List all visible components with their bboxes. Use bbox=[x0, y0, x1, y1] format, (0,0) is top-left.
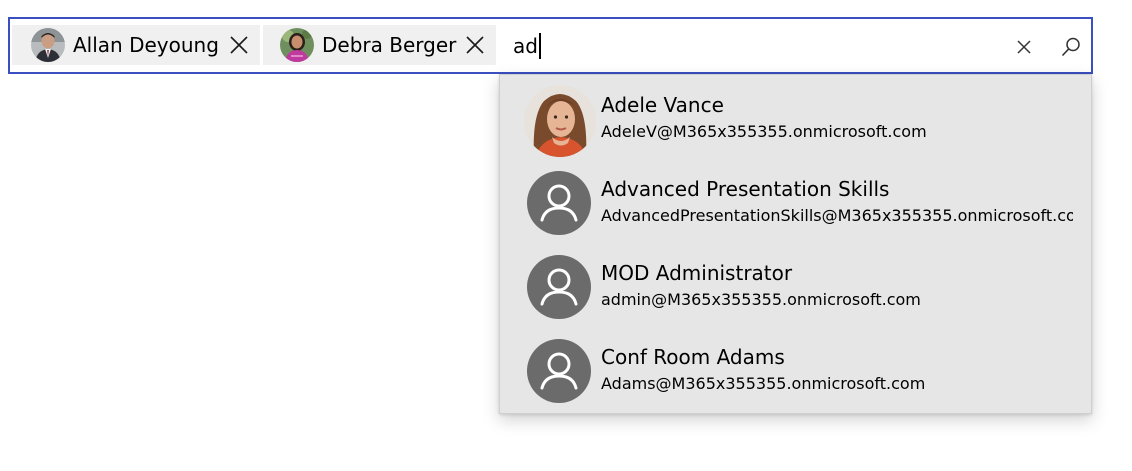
selected-person-chip[interactable]: Allan Deyoung bbox=[12, 25, 260, 65]
suggestion-item[interactable]: Conf Room Adams Adams@M365x355355.onmicr… bbox=[500, 327, 1091, 411]
selected-person-chip[interactable]: Debra Berger bbox=[263, 25, 496, 65]
person-photo-icon bbox=[31, 28, 65, 62]
suggestion-email: AdvancedPresentationSkills@M365x355355.o… bbox=[601, 206, 1073, 225]
suggestion-email: Adams@M365x355355.onmicrosoft.com bbox=[601, 374, 926, 393]
search-input[interactable]: ad bbox=[513, 31, 541, 61]
generic-person-icon bbox=[527, 255, 591, 319]
person-photo-icon bbox=[524, 85, 596, 157]
suggestion-item[interactable]: MOD Administrator admin@M365x355355.onmi… bbox=[500, 243, 1091, 327]
suggestion-name: MOD Administrator bbox=[601, 261, 793, 285]
close-icon[interactable] bbox=[1015, 38, 1033, 56]
text-caret bbox=[538, 33, 541, 59]
suggestions-dropdown: Adele Vance AdeleV@M365x355355.onmicroso… bbox=[499, 74, 1092, 414]
generic-person-icon bbox=[527, 339, 591, 403]
suggestion-email: AdeleV@M365x355355.onmicrosoft.com bbox=[601, 122, 927, 141]
search-query-text: ad bbox=[513, 34, 538, 58]
suggestion-name: Conf Room Adams bbox=[601, 345, 785, 369]
close-icon[interactable] bbox=[228, 34, 250, 56]
selected-person-name: Allan Deyoung bbox=[73, 33, 219, 57]
suggestion-name: Adele Vance bbox=[601, 93, 724, 117]
generic-person-icon bbox=[527, 171, 591, 235]
suggestion-item[interactable]: Advanced Presentation Skills AdvancedPre… bbox=[500, 159, 1091, 243]
close-icon[interactable] bbox=[464, 34, 486, 56]
suggestion-name: Advanced Presentation Skills bbox=[601, 177, 890, 201]
suggestion-item[interactable]: Adele Vance AdeleV@M365x355355.onmicroso… bbox=[500, 75, 1091, 159]
suggestion-email: admin@M365x355355.onmicrosoft.com bbox=[601, 290, 921, 309]
search-icon[interactable] bbox=[1060, 36, 1082, 58]
people-picker[interactable]: Allan Deyoung Debra Berger ad bbox=[8, 17, 1093, 74]
selected-person-name: Debra Berger bbox=[322, 33, 457, 57]
person-photo-icon bbox=[280, 28, 314, 62]
